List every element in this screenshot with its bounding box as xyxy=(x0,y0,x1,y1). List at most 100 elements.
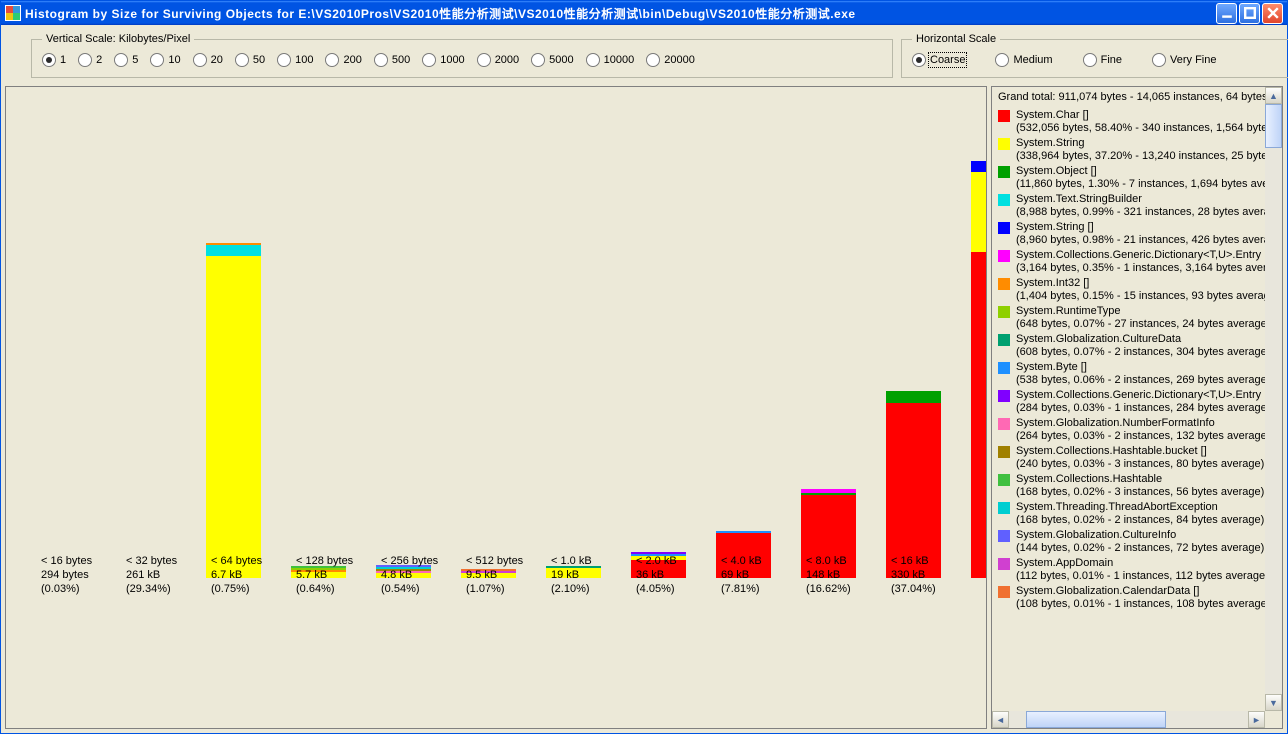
scroll-down-button[interactable]: ▼ xyxy=(1265,694,1282,711)
radio-label: 5000 xyxy=(549,54,573,66)
legend-item[interactable]: System.Globalization.CultureInfo(144 byt… xyxy=(998,529,1261,555)
legend-stats-label: (284 bytes, 0.03% - 1 instances, 284 byt… xyxy=(1016,402,1265,415)
bar-label: < 128 bytes5.7 kB(0.64%) xyxy=(296,554,381,596)
legend-type-label: System.Byte [] xyxy=(1016,361,1265,374)
bar-label-range: < 256 bytes xyxy=(381,554,466,568)
bar-segment xyxy=(971,252,987,578)
scroll-right-button[interactable]: ► xyxy=(1248,711,1265,728)
legend-text: System.Collections.Generic.Dictionary<T,… xyxy=(1016,389,1265,415)
scroll-up-button[interactable]: ▲ xyxy=(1265,87,1282,104)
legend-item[interactable]: System.Collections.Hashtable.bucket [](2… xyxy=(998,445,1261,471)
legend-type-label: System.Collections.Hashtable.bucket [] xyxy=(1016,445,1264,458)
horizontal-scale-legend: Horizontal Scale xyxy=(912,33,1000,45)
radio-fine[interactable]: Fine xyxy=(1083,53,1122,67)
scrollbar-corner xyxy=(1265,711,1282,728)
scroll-thumb-vertical[interactable] xyxy=(1265,104,1282,148)
radio-coarse[interactable]: Coarse xyxy=(912,53,965,67)
radio-100[interactable]: 100 xyxy=(277,53,313,67)
legend-text: System.Collections.Hashtable(168 bytes, … xyxy=(1016,473,1264,499)
legend-item[interactable]: System.Globalization.CalendarData [](108… xyxy=(998,585,1261,611)
histogram-bar[interactable] xyxy=(971,161,987,578)
radio-2000[interactable]: 2000 xyxy=(477,53,519,67)
legend-item[interactable]: System.Byte [](538 bytes, 0.06% - 2 inst… xyxy=(998,361,1261,387)
radio-1000[interactable]: 1000 xyxy=(422,53,464,67)
legend-item[interactable]: System.Collections.Generic.Dictionary<T,… xyxy=(998,389,1261,415)
radio-dot-icon xyxy=(995,53,1009,67)
close-button[interactable] xyxy=(1262,3,1283,24)
radio-1[interactable]: 1 xyxy=(42,53,66,67)
legend-horizontal-scrollbar[interactable]: ◄ ► xyxy=(992,711,1265,728)
legend-stats-label: (144 bytes, 0.02% - 2 instances, 72 byte… xyxy=(1016,542,1264,555)
legend-text: System.Byte [](538 bytes, 0.06% - 2 inst… xyxy=(1016,361,1265,387)
radio-5000[interactable]: 5000 xyxy=(531,53,573,67)
radio-10[interactable]: 10 xyxy=(150,53,180,67)
legend-type-label: System.String [] xyxy=(1016,221,1265,234)
legend-type-label: System.Collections.Generic.Dictionary<T,… xyxy=(1016,389,1265,402)
legend-text: System.String(338,964 bytes, 37.20% - 13… xyxy=(1016,137,1265,163)
legend-swatch-icon xyxy=(998,362,1010,374)
radio-dot-icon xyxy=(1152,53,1166,67)
histogram-bar[interactable] xyxy=(206,243,261,578)
legend-vertical-scrollbar[interactable]: ▲ ▼ xyxy=(1265,87,1282,711)
radio-50[interactable]: 50 xyxy=(235,53,265,67)
bar-label-pct: (4.05%) xyxy=(636,582,721,596)
radio-dot-icon xyxy=(193,53,207,67)
legend-text: System.Collections.Generic.Dictionary<T,… xyxy=(1016,249,1265,275)
legend-text: System.AppDomain(112 bytes, 0.01% - 1 in… xyxy=(1016,557,1265,583)
bar-label-pct: (7.81%) xyxy=(721,582,806,596)
radio-5[interactable]: 5 xyxy=(114,53,138,67)
legend-stats-label: (338,964 bytes, 37.20% - 13,240 instance… xyxy=(1016,150,1265,163)
horizontal-scale-group: Horizontal Scale Coarse Medium Fine Very Fi… xyxy=(901,33,1288,78)
radio-label: Medium xyxy=(1013,54,1052,66)
legend-item[interactable]: System.String(338,964 bytes, 37.20% - 13… xyxy=(998,137,1261,163)
legend-item[interactable]: System.Int32 [](1,404 bytes, 0.15% - 15 … xyxy=(998,277,1261,303)
legend-text: System.Globalization.CalendarData [](108… xyxy=(1016,585,1265,611)
legend-item[interactable]: System.Object [](11,860 bytes, 1.30% - 7… xyxy=(998,165,1261,191)
radio-2[interactable]: 2 xyxy=(78,53,102,67)
bar-label-range: < 32 bytes xyxy=(126,554,211,568)
bar-label-pct: (0.75%) xyxy=(211,582,296,596)
radio-dot-icon xyxy=(531,53,545,67)
app-icon xyxy=(5,5,21,21)
vertical-scale-options: 125 10 20 50 100 200 500 1000 2000 5000 10000 20000 xyxy=(42,53,882,67)
radio-10000[interactable]: 10000 xyxy=(586,53,635,67)
legend-item[interactable]: System.Threading.ThreadAbortException(16… xyxy=(998,501,1261,527)
bar-segment xyxy=(886,391,941,403)
legend-item[interactable]: System.Globalization.CultureData(608 byt… xyxy=(998,333,1261,359)
maximize-button[interactable] xyxy=(1239,3,1260,24)
scroll-thumb-horizontal[interactable] xyxy=(1026,711,1166,728)
legend-swatch-icon xyxy=(998,306,1010,318)
radio-20000[interactable]: 20000 xyxy=(646,53,695,67)
scroll-left-button[interactable]: ◄ xyxy=(992,711,1009,728)
legend-item[interactable]: System.Char [](532,056 bytes, 58.40% - 3… xyxy=(998,109,1261,135)
radio-label: 200 xyxy=(343,54,361,66)
radio-dot-icon xyxy=(78,53,92,67)
legend-stats-label: (8,988 bytes, 0.99% - 321 instances, 28 … xyxy=(1016,206,1265,219)
legend-item[interactable]: System.AppDomain(112 bytes, 0.01% - 1 in… xyxy=(998,557,1261,583)
legend-text: System.Globalization.NumberFormatInfo(26… xyxy=(1016,417,1265,443)
radio-label: 1 xyxy=(60,54,66,66)
vertical-scale-legend: Vertical Scale: Kilobytes/Pixel xyxy=(42,33,194,45)
minimize-button[interactable] xyxy=(1216,3,1237,24)
radio-20[interactable]: 20 xyxy=(193,53,223,67)
close-icon xyxy=(1267,7,1279,19)
radio-500[interactable]: 500 xyxy=(374,53,410,67)
radio-very-fine[interactable]: Very Fine xyxy=(1152,53,1216,67)
legend-item[interactable]: System.Collections.Hashtable(168 bytes, … xyxy=(998,473,1261,499)
legend-text: System.Threading.ThreadAbortException(16… xyxy=(1016,501,1264,527)
radio-200[interactable]: 200 xyxy=(325,53,361,67)
histogram-bar[interactable] xyxy=(886,391,941,578)
legend-item[interactable]: System.Text.StringBuilder(8,988 bytes, 0… xyxy=(998,193,1261,219)
titlebar: Histogram by Size for Surviving Objects … xyxy=(1,1,1287,25)
legend-swatch-icon xyxy=(998,586,1010,598)
radio-medium[interactable]: Medium xyxy=(995,53,1052,67)
legend-item[interactable]: System.Collections.Generic.Dictionary<T,… xyxy=(998,249,1261,275)
radio-label: Very Fine xyxy=(1170,54,1216,66)
radio-dot-icon xyxy=(235,53,249,67)
legend-item[interactable]: System.String [](8,960 bytes, 0.98% - 21… xyxy=(998,221,1261,247)
legend-item[interactable]: System.RuntimeType(648 bytes, 0.07% - 27… xyxy=(998,305,1261,331)
bar-label: < 2.0 kB36 kB(4.05%) xyxy=(636,554,721,596)
radio-dot-icon xyxy=(325,53,339,67)
radio-dot-icon xyxy=(42,53,56,67)
legend-item[interactable]: System.Globalization.NumberFormatInfo(26… xyxy=(998,417,1261,443)
